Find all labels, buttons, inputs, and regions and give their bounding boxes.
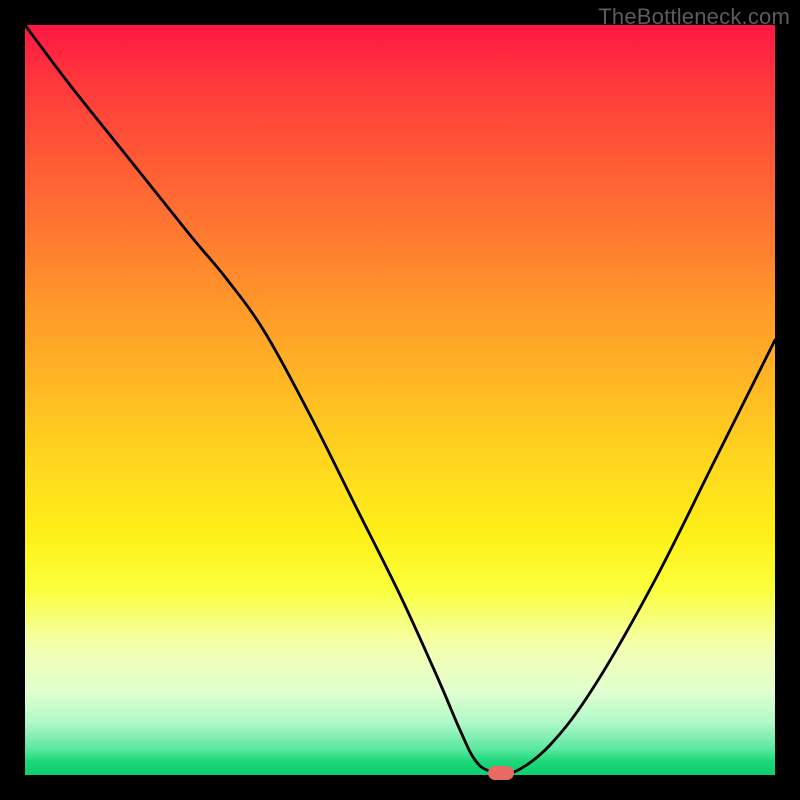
optimal-point-marker [488, 766, 514, 780]
watermark-text: TheBottleneck.com [598, 4, 790, 30]
chart-frame: TheBottleneck.com [0, 0, 800, 800]
plot-area [25, 25, 775, 775]
bottleneck-curve [25, 25, 775, 775]
curve-path [25, 25, 775, 775]
